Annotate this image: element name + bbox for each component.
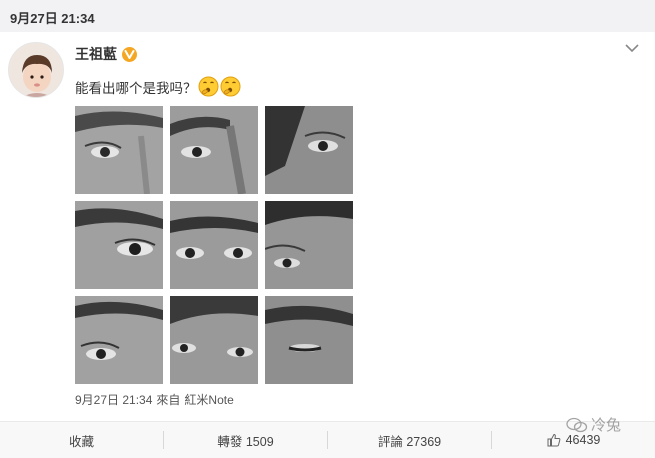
- date-header-label: 9月27日 21:34: [10, 11, 95, 26]
- wechat-icon: [566, 417, 588, 432]
- avatar[interactable]: [8, 42, 64, 98]
- photo[interactable]: [265, 106, 353, 194]
- collect-button[interactable]: 收藏: [0, 422, 163, 458]
- collect-label: 收藏: [68, 434, 94, 449]
- photo[interactable]: [75, 201, 163, 289]
- repost-button[interactable]: 轉發 1509: [164, 422, 327, 458]
- photo[interactable]: [170, 201, 258, 289]
- comment-label: 評論 27369: [377, 434, 442, 449]
- thinking-emoji-icon: [220, 76, 241, 97]
- repost-label: 轉發 1509: [217, 434, 274, 449]
- post-text-row: 能看出哪个是我吗？: [75, 76, 241, 97]
- post-source-label: 來自: [156, 393, 181, 407]
- author-row: 王祖藍: [75, 44, 137, 64]
- chevron-down-icon[interactable]: [623, 41, 641, 55]
- watermark-text: 冷兔: [591, 417, 622, 434]
- post-meta: 9月27日 21:34 來自 紅米Note: [75, 391, 234, 408]
- date-header: 9月27日 21:34: [0, 0, 655, 32]
- thinking-emoji-icon: [198, 76, 219, 97]
- comment-button[interactable]: 評論 27369: [328, 422, 491, 458]
- photo[interactable]: [75, 106, 163, 194]
- photo[interactable]: [75, 296, 163, 384]
- post-text: 能看出哪个是我吗？: [75, 80, 197, 96]
- like-count: 46439: [565, 433, 601, 447]
- photo[interactable]: [170, 296, 258, 384]
- post-source[interactable]: 紅米Note: [184, 391, 233, 408]
- photo[interactable]: [265, 201, 353, 289]
- verified-icon: [122, 46, 137, 62]
- author-name[interactable]: 王祖藍: [75, 44, 117, 64]
- watermark: 冷兔: [566, 414, 621, 435]
- photo[interactable]: [265, 296, 353, 384]
- thumbs-up-icon: [547, 433, 561, 447]
- action-bar: 收藏 轉發 1509 評論 27369 46439: [0, 421, 655, 458]
- photo[interactable]: [170, 106, 258, 194]
- post-time[interactable]: 9月27日 21:34: [75, 391, 152, 408]
- photo-grid: [75, 106, 353, 384]
